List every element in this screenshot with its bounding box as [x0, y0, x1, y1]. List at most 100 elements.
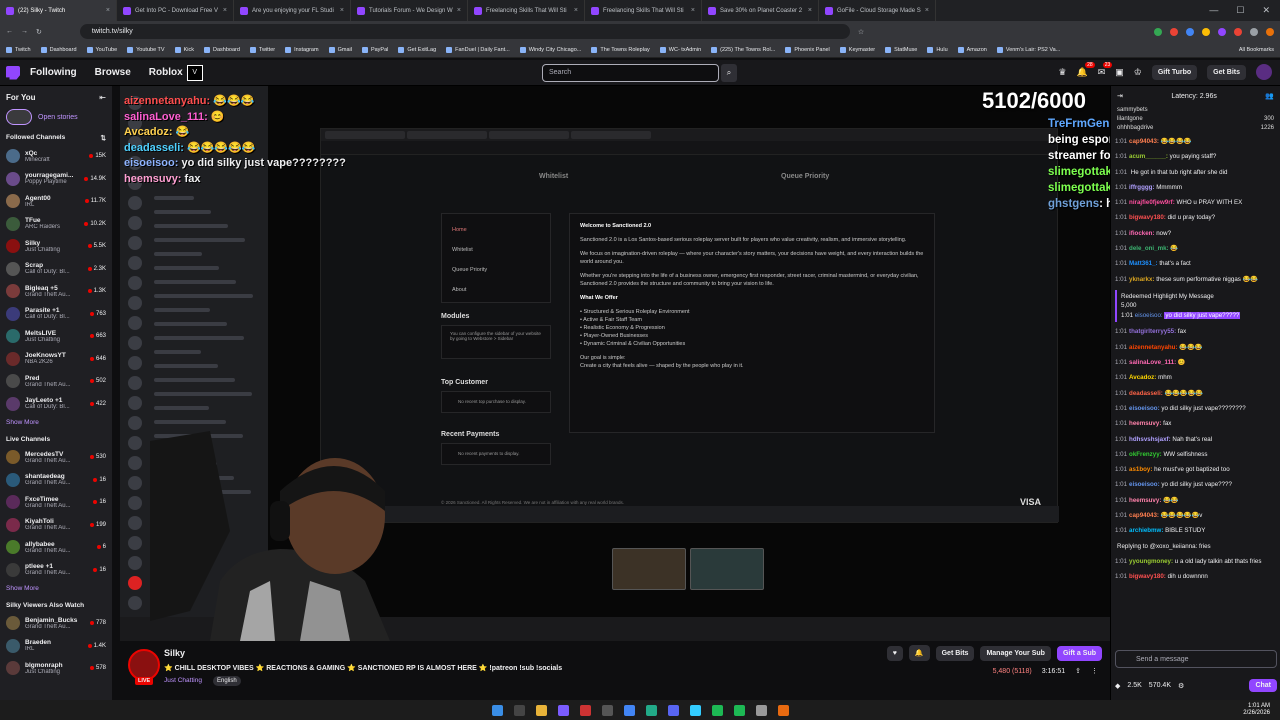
gift-turbo-button[interactable]: Gift Turbo	[1151, 64, 1198, 80]
reload-icon[interactable]: ↻	[36, 28, 42, 36]
chat-username[interactable]: aizennetanyahu:	[1129, 344, 1177, 351]
browser-tab[interactable]: Freelancing Skills That Will Sti ×	[585, 0, 702, 21]
sidebar-channel[interactable]: Benjamin_Bucks Grand Theft Au... 778	[0, 612, 112, 635]
nav-roblox[interactable]: Roblox	[149, 67, 183, 78]
sidebar-channel[interactable]: FxceTimee Grand Theft Au... 16	[0, 491, 112, 514]
bookmark-item[interactable]: Gmail	[328, 46, 352, 53]
app-icon[interactable]	[645, 704, 657, 716]
start-icon[interactable]	[491, 704, 503, 716]
extension-icon[interactable]	[1170, 27, 1178, 36]
bookmark-item[interactable]: Venm's Lair: PS2 Va...	[996, 46, 1060, 53]
folder-icon[interactable]	[535, 704, 547, 716]
chat-username[interactable]: thatgirlterryy55:	[1129, 328, 1176, 335]
more-options-icon[interactable]: ⋮	[1091, 667, 1098, 675]
tab-close-icon[interactable]: ×	[574, 7, 578, 14]
avatar[interactable]	[1256, 64, 1272, 80]
chat-username[interactable]: acum______:	[1129, 153, 1168, 160]
profile-avatar[interactable]	[1266, 27, 1274, 36]
chat-username[interactable]: salinaLove_111:	[1129, 359, 1176, 366]
sidebar-channel[interactable]: Braeden IRL 1.4K	[0, 635, 112, 658]
streamer-name[interactable]: Silky	[164, 648, 185, 658]
bookmark-item[interactable]: Phoenix Panel	[785, 46, 830, 53]
notification-bell-icon[interactable]: 🔔	[908, 645, 930, 661]
collapse-chat-icon[interactable]: ⇥	[1117, 92, 1123, 100]
crown-icon[interactable]: ♛	[1058, 67, 1066, 78]
chat-username[interactable]: heemsuvy:	[1129, 497, 1161, 504]
whispers-icon[interactable]: ✉ 23	[1098, 61, 1113, 78]
tab-close-icon[interactable]: ×	[106, 7, 110, 14]
prime-icon[interactable]: ♔	[1134, 67, 1142, 78]
chat-username[interactable]: yyoungmoney:	[1129, 558, 1173, 565]
bookmark-item[interactable]: (225) The Towns Rol...	[711, 46, 775, 53]
app-icon[interactable]	[557, 704, 569, 716]
browser-tab[interactable]: (22) Silky - Twitch ×	[0, 0, 117, 21]
bookmark-item[interactable]: FanDuel | Daily Fant...	[446, 46, 510, 53]
video-player[interactable]: Whitelist Queue Priority Home Whitelist Qu…	[120, 86, 1110, 641]
extension-icon[interactable]	[1218, 27, 1226, 36]
sidebar-channel[interactable]: Parasite +1 Call of Duty: Bl... 763	[0, 303, 112, 326]
sidebar-channel[interactable]: KiyahToli Grand Theft Au... 199	[0, 514, 112, 537]
chat-username[interactable]: archiebmw:	[1129, 527, 1163, 534]
show-more-link[interactable]: Show More	[0, 581, 112, 596]
star-icon[interactable]: ☆	[858, 28, 864, 36]
chat-username[interactable]: eisoeisoo:	[1129, 481, 1160, 488]
browser-tab[interactable]: Get Into PC - Download Free V ×	[117, 0, 234, 21]
gift-sub-button[interactable]: Gift a Sub	[1056, 645, 1102, 661]
chat-input[interactable]: Send a message	[1115, 650, 1277, 668]
chat-send-button[interactable]: Chat	[1249, 679, 1277, 692]
extension-icon[interactable]	[1186, 27, 1194, 36]
chat-username[interactable]: dele_oni_mk:	[1129, 245, 1169, 252]
bookmark-item[interactable]: Keymaster	[839, 46, 875, 53]
steam-icon[interactable]	[513, 704, 525, 716]
browser-tab[interactable]: Freelancing Skills That Will Sti ×	[468, 0, 585, 21]
app-icon[interactable]	[733, 704, 745, 716]
chat-username[interactable]: Matt361_:	[1129, 260, 1158, 267]
all-bookmarks-link[interactable]: All Bookmarks	[1239, 47, 1274, 53]
tab-close-icon[interactable]: ×	[457, 7, 461, 14]
chat-username[interactable]: yknarkx:	[1129, 276, 1154, 283]
bookmark-item[interactable]: Windy City Chicago...	[519, 46, 581, 53]
inbox-icon[interactable]: ▣	[1115, 67, 1124, 78]
language-tag[interactable]: English	[213, 676, 241, 686]
sidebar-channel[interactable]: Bigleaq +5 Grand Theft Au... 1.3K	[0, 280, 112, 303]
bookmark-item[interactable]: StatMuse	[885, 46, 917, 53]
sidebar-channel[interactable]: shantaedeag Grand Theft Au... 16	[0, 469, 112, 492]
browser-tab[interactable]: Are you enjoying your FL Studi ×	[234, 0, 351, 21]
browser-tab[interactable]: Tutorials Forum - We Design W ×	[351, 0, 468, 21]
sidebar-channel[interactable]: yourragegami... Poppy Playtime 14.9K	[0, 168, 112, 191]
sidebar-channel[interactable]: Pred Grand Theft Au... 502	[0, 370, 112, 393]
chat-username[interactable]: Avcadoz:	[1129, 374, 1156, 381]
site-nav-item[interactable]: Home	[452, 220, 540, 240]
site-nav-item[interactable]: Whitelist	[452, 240, 540, 260]
bookmark-item[interactable]: The Towns Roleplay	[591, 46, 650, 53]
chat-username[interactable]: eisoeisoo:	[1135, 312, 1163, 319]
bookmark-item[interactable]: Twitter	[249, 46, 275, 53]
browser-tab[interactable]: Save 30% on Planet Coaster 2 ×	[702, 0, 819, 21]
chat-username[interactable]: cap94043:	[1129, 138, 1159, 145]
collapse-sidebar-icon[interactable]: ⇤	[99, 93, 106, 102]
chat-username[interactable]: cap94043:	[1129, 512, 1159, 519]
tab-close-icon[interactable]: ×	[691, 7, 695, 14]
chat-username[interactable]: ifiocken:	[1129, 230, 1154, 237]
bookmark-item[interactable]: Dashboard	[203, 46, 240, 53]
sidebar-channel[interactable]: MercedesTV Grand Theft Au... 530	[0, 446, 112, 469]
bookmark-item[interactable]: YouTube	[86, 46, 117, 53]
tab-close-icon[interactable]: ×	[925, 7, 929, 14]
url-field[interactable]: twitch.tv/silky	[79, 24, 850, 39]
chat-username[interactable]: heemsuvy:	[1129, 420, 1161, 427]
bookmark-item[interactable]: WC- txAdmin	[659, 46, 701, 53]
site-nav-item[interactable]: Queue Priority	[452, 260, 540, 280]
sidebar-channel[interactable]: Agent00 IRL 11.7K	[0, 190, 112, 213]
brand-logo-icon[interactable]: V	[186, 64, 203, 81]
search-input[interactable]: Search	[542, 64, 719, 82]
open-stories-button[interactable]: Open stories	[0, 106, 112, 128]
bookmark-item[interactable]: Youtube TV	[127, 46, 165, 53]
search-icon[interactable]: ⌕	[721, 64, 737, 82]
forward-icon[interactable]: →	[21, 28, 28, 35]
get-bits-button[interactable]: Get Bits	[1207, 64, 1246, 80]
bits-icon[interactable]: ◆	[1115, 682, 1120, 690]
chat-username[interactable]: as1boy:	[1129, 466, 1152, 473]
bookmark-item[interactable]: PayPal	[361, 46, 388, 53]
app-icon[interactable]	[689, 704, 701, 716]
sidebar-channel[interactable]: blgmonraph Just Chatting 578	[0, 657, 112, 680]
